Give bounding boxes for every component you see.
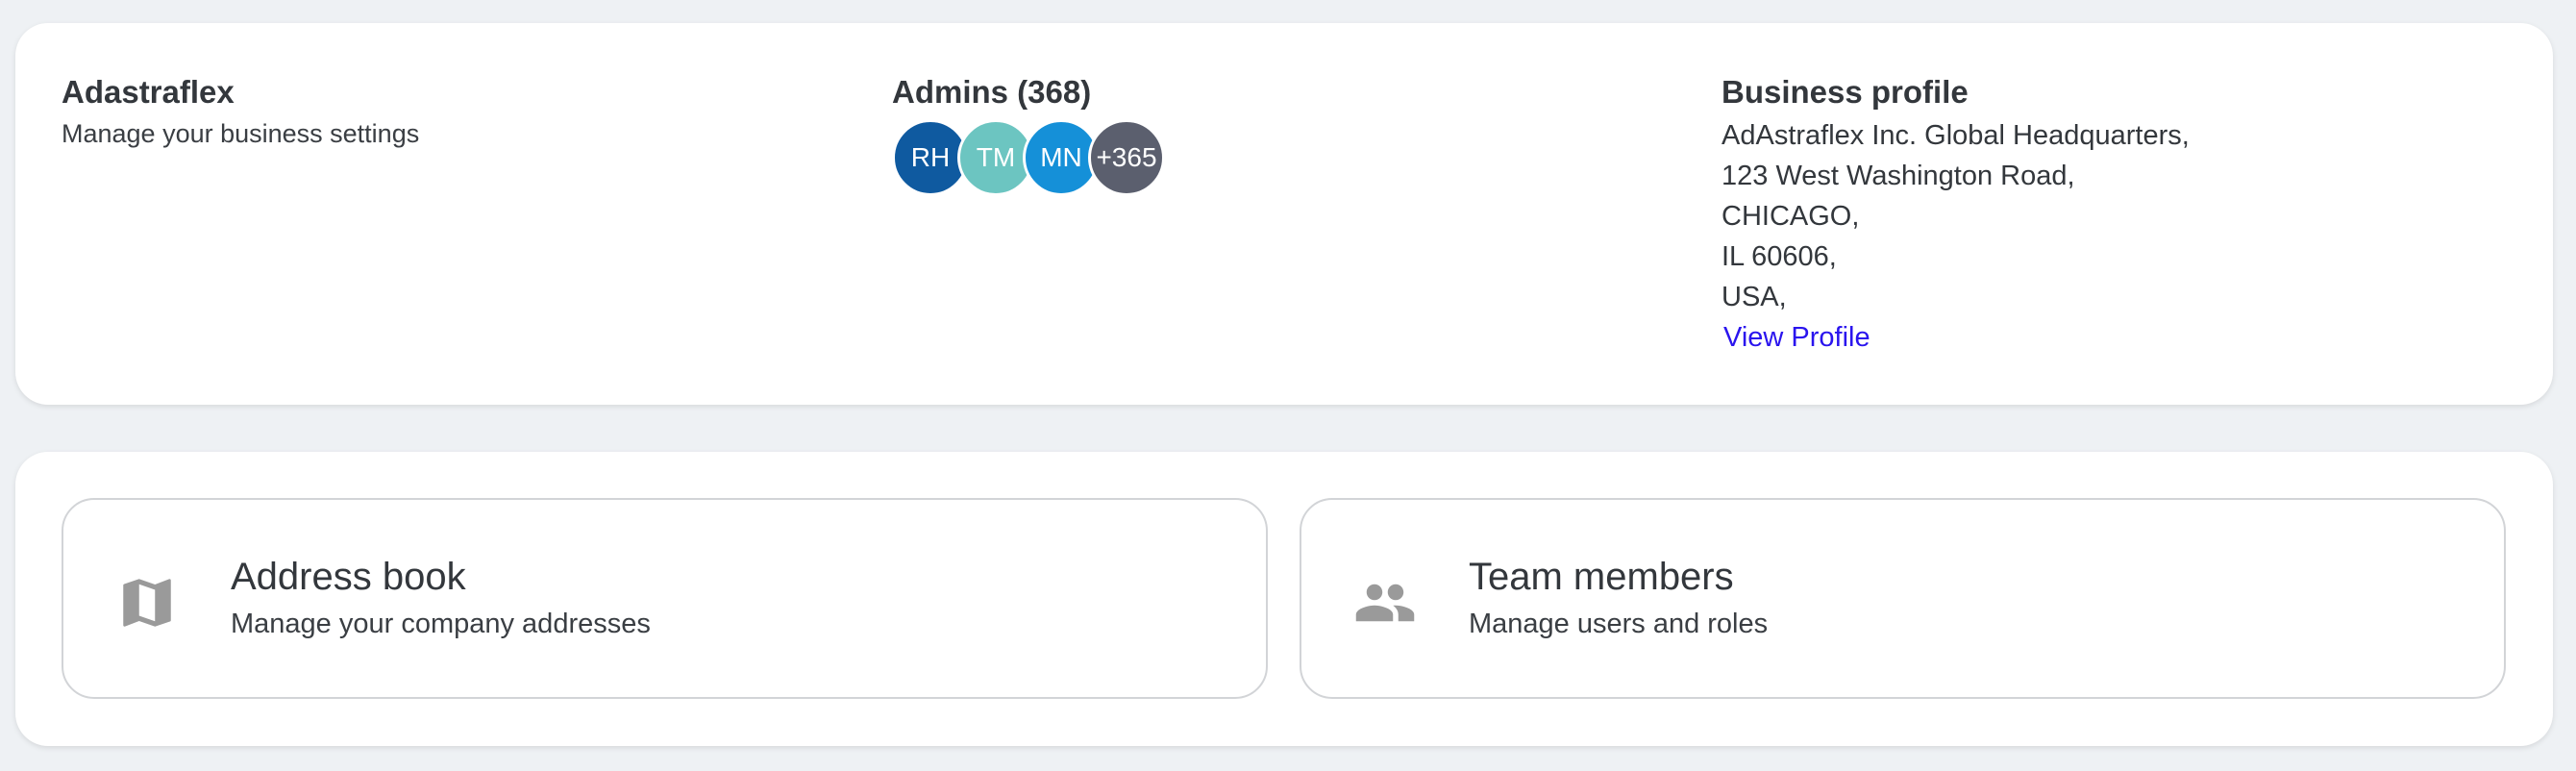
address-book-title: Address book <box>231 556 466 598</box>
people-icon <box>1355 584 1415 622</box>
business-profile-title: Business profile <box>1721 74 1969 110</box>
admins-section: Admins (368) RH TM MN +365 <box>892 71 1165 196</box>
business-overview-card: Adastraflex Manage your business setting… <box>15 23 2553 405</box>
address-line: CHICAGO, <box>1721 201 1860 232</box>
business-name: Adastraflex <box>62 74 235 110</box>
business-address: AdAstraflex Inc. Global Headquarters, 12… <box>1721 115 2190 317</box>
map-icon <box>123 579 171 627</box>
team-members-title: Team members <box>1469 556 1734 598</box>
view-profile-link[interactable]: View Profile <box>1723 317 1870 358</box>
business-info: Adastraflex Manage your business setting… <box>62 71 419 149</box>
team-members-subtitle: Manage users and roles <box>1469 609 1769 639</box>
admin-avatar-group[interactable]: RH TM MN +365 <box>892 119 1165 196</box>
address-book-subtitle: Manage your company addresses <box>231 609 651 639</box>
business-profile-section: Business profile AdAstraflex Inc. Global… <box>1721 71 2190 358</box>
admins-title: Admins (368) <box>892 74 1092 110</box>
settings-shortcuts-card: Address book Manage your company address… <box>15 452 2553 746</box>
team-members-tile[interactable]: Team members Manage users and roles <box>1300 498 2506 699</box>
address-line: AdAstraflex Inc. Global Headquarters, <box>1721 120 2190 151</box>
address-line: IL 60606, <box>1721 241 1837 272</box>
address-book-tile[interactable]: Address book Manage your company address… <box>62 498 1268 699</box>
business-description: Manage your business settings <box>62 119 420 148</box>
more-admins-badge[interactable]: +365 <box>1088 119 1165 196</box>
address-line: USA, <box>1721 282 1787 312</box>
address-line: 123 West Washington Road, <box>1721 161 2075 191</box>
